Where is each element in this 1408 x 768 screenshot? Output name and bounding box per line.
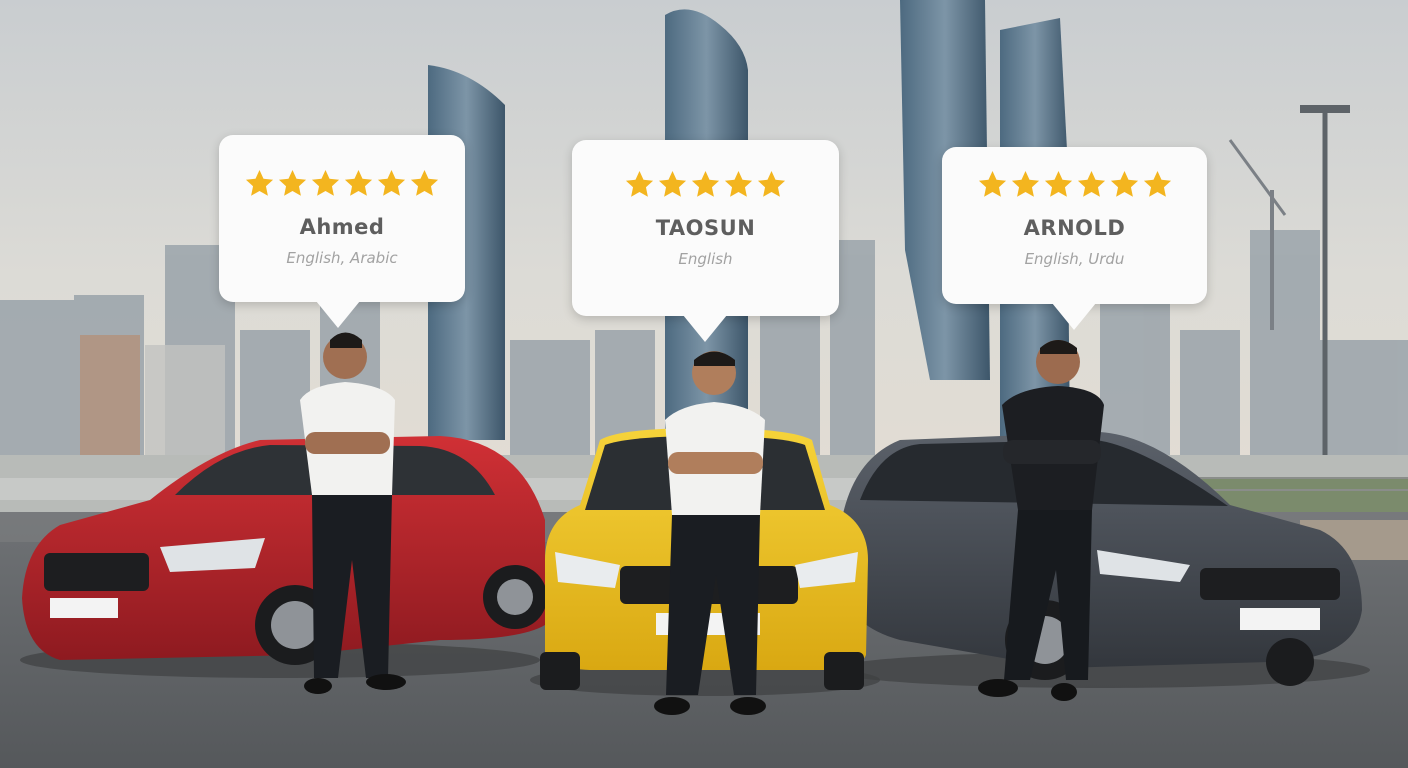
star-rating-taosun xyxy=(572,169,839,200)
driver-languages: English, Urdu xyxy=(1024,250,1125,268)
star-icon xyxy=(1077,170,1105,197)
star-icon xyxy=(625,170,654,197)
photo-scene: Ahmed English, Arabic TAOSUN English ARN… xyxy=(0,0,1408,768)
star-icon xyxy=(724,170,753,197)
star-icon xyxy=(1143,170,1171,197)
star-icon xyxy=(278,169,307,196)
star-icon xyxy=(377,169,406,196)
star-icon xyxy=(978,170,1006,197)
star-icon xyxy=(658,170,687,197)
bubble-tail xyxy=(683,315,727,342)
star-icon xyxy=(311,169,340,196)
bubble-tail xyxy=(316,301,360,328)
star-icon xyxy=(691,170,720,197)
rating-card-taosun: TAOSUN English xyxy=(572,140,839,342)
star-icon xyxy=(757,170,786,197)
driver-name: ARNOLD xyxy=(1023,216,1126,240)
star-icon xyxy=(1044,170,1072,197)
driver-name: Ahmed xyxy=(299,215,385,239)
star-icon xyxy=(410,169,439,196)
star-icon xyxy=(1011,170,1039,197)
driver-name: TAOSUN xyxy=(655,216,756,240)
star-icon xyxy=(1110,170,1138,197)
driver-languages: English, Arabic xyxy=(286,249,398,267)
star-icon xyxy=(245,169,274,196)
background-photo xyxy=(0,0,1408,768)
bubble-tail xyxy=(1052,303,1096,330)
star-rating-ahmed xyxy=(219,168,465,199)
rating-card-arnold: ARNOLD English, Urdu xyxy=(942,147,1207,330)
star-rating-arnold xyxy=(942,169,1207,200)
driver-languages: English xyxy=(678,250,733,268)
rating-card-ahmed: Ahmed English, Arabic xyxy=(219,135,465,328)
star-icon xyxy=(344,169,373,196)
